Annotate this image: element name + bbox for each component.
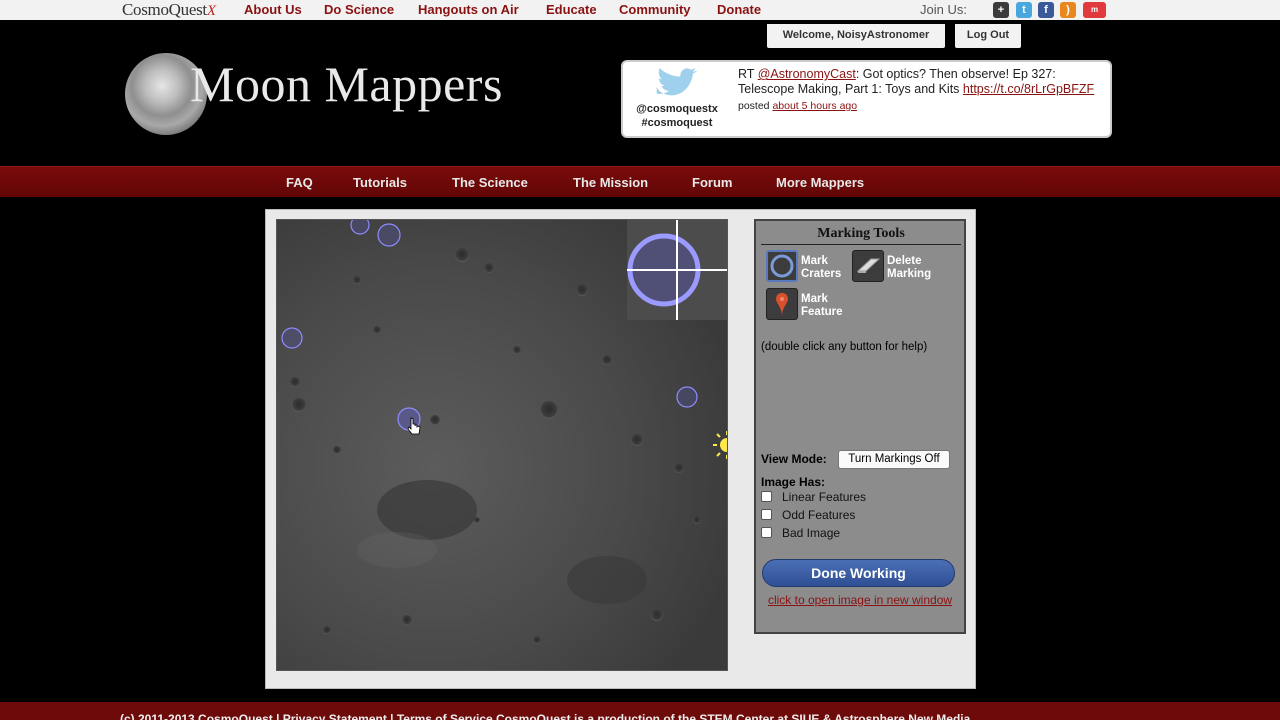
done-working-button[interactable]: Done Working: [762, 559, 955, 587]
toggle-markings-button[interactable]: Turn Markings Off: [838, 450, 950, 469]
nav-donate[interactable]: Donate: [717, 2, 761, 17]
crater-circle-icon: [770, 254, 794, 278]
tweet-posted-label: posted: [738, 100, 773, 112]
bad-image-checkbox[interactable]: [761, 527, 772, 538]
nav-educate[interactable]: Educate: [546, 2, 597, 17]
linear-features-checkbox[interactable]: [761, 491, 772, 502]
mark-feature-button[interactable]: [766, 288, 798, 320]
tweet-prefix: RT: [738, 67, 758, 81]
tweet-handle: @cosmoquestx #cosmoquest: [627, 102, 727, 130]
meetup-icon[interactable]: m: [1083, 2, 1106, 18]
cosmoquest-logo[interactable]: CosmoQuestX: [122, 0, 216, 20]
tweet-mention-link[interactable]: @AstronomyCast: [758, 67, 856, 81]
bad-image-label[interactable]: Bad Image: [782, 526, 840, 540]
magnifier-inset: [627, 220, 727, 320]
tweet-box: @cosmoquestx #cosmoquest RT @AstronomyCa…: [621, 60, 1112, 138]
join-us-label: Join Us:: [920, 2, 967, 17]
tweet-handle-account[interactable]: @cosmoquestx: [627, 102, 727, 116]
nav-the-science[interactable]: The Science: [452, 175, 528, 190]
map-pin-icon: [776, 293, 788, 315]
tools-help-text: (double click any button for help): [761, 341, 928, 353]
odd-features-checkbox[interactable]: [761, 509, 772, 520]
nav-forum[interactable]: Forum: [692, 175, 732, 190]
tweet-handle-hashtag[interactable]: #cosmoquest: [627, 116, 727, 130]
tweet-url-link[interactable]: https://t.co/8rLrGpBFZF: [963, 82, 1094, 96]
nav-the-mission[interactable]: The Mission: [573, 175, 648, 190]
marking-tools-title: Marking Tools: [761, 226, 961, 245]
view-mode-label: View Mode:: [761, 452, 827, 466]
image-has-label: Image Has:: [761, 475, 826, 489]
eraser-icon: [856, 258, 881, 273]
odd-features-label[interactable]: Odd Features: [782, 508, 855, 522]
cosmoquest-logo-text: CosmoQuest: [122, 0, 207, 19]
welcome-tab: Welcome, NoisyAstronomer: [767, 24, 945, 48]
delete-marking-button[interactable]: [852, 250, 884, 282]
open-image-new-window-link[interactable]: click to open image in new window: [766, 593, 954, 608]
mark-feature-label[interactable]: Mark Feature: [801, 293, 861, 319]
logout-button[interactable]: Log Out: [955, 24, 1021, 48]
footer: (c) 2011-2013 CosmoQuest | Privacy State…: [0, 702, 1280, 720]
tweet-time-link[interactable]: about 5 hours ago: [772, 100, 857, 112]
nav-do-science[interactable]: Do Science: [324, 2, 394, 17]
tweet-text: RT @AstronomyCast: Got optics? Then obse…: [738, 67, 1108, 114]
nav-hangouts-on-air[interactable]: Hangouts on Air: [418, 2, 519, 17]
delete-marking-label[interactable]: Delete Marking: [887, 255, 947, 281]
mark-craters-button[interactable]: [766, 250, 798, 282]
twitter-bird-icon: [656, 68, 698, 96]
nav-more-mappers[interactable]: More Mappers: [776, 175, 864, 190]
rss-icon[interactable]: ): [1060, 2, 1076, 18]
cosmoquest-logo-mark: X: [206, 3, 216, 19]
footer-text: (c) 2011-2013 CosmoQuest | Privacy State…: [120, 712, 971, 720]
mark-craters-label[interactable]: Mark Craters: [801, 255, 851, 281]
twitter-icon[interactable]: t: [1016, 2, 1032, 18]
marking-tools-panel: Marking Tools Mark Craters Delete Markin…: [754, 219, 966, 634]
moon-surface-image[interactable]: [277, 220, 727, 670]
facebook-icon[interactable]: f: [1038, 2, 1054, 18]
top-bar: CosmoQuestX About Us Do Science Hangouts…: [0, 0, 1280, 20]
google-plus-icon[interactable]: +: [993, 2, 1009, 18]
linear-features-label[interactable]: Linear Features: [782, 490, 866, 504]
nav-faq[interactable]: FAQ: [286, 175, 313, 190]
main-nav: FAQ Tutorials The Science The Mission Fo…: [0, 166, 1280, 197]
moon-image-canvas[interactable]: [276, 219, 728, 671]
nav-tutorials[interactable]: Tutorials: [353, 175, 407, 190]
nav-community[interactable]: Community: [619, 2, 691, 17]
nav-about-us[interactable]: About Us: [244, 2, 302, 17]
site-title[interactable]: Moon Mappers: [190, 55, 503, 113]
